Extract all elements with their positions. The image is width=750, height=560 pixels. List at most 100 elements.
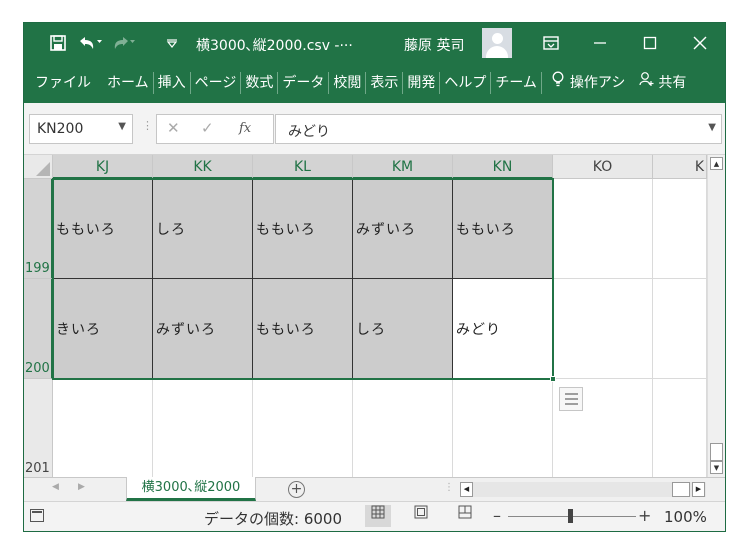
cancel-icon[interactable]: ✕ xyxy=(167,119,180,137)
tab-split-grip-icon[interactable]: ⋮ xyxy=(444,482,454,493)
tab-review[interactable]: 校閲 xyxy=(330,69,364,97)
chevron-down-icon[interactable]: ▼ xyxy=(118,121,126,132)
macro-record-icon[interactable] xyxy=(30,509,44,522)
formula-bar-grip-icon[interactable]: ⋮ xyxy=(142,119,153,132)
fill-handle[interactable] xyxy=(550,376,556,382)
tab-formulas[interactable]: 数式 xyxy=(242,69,276,97)
cell-kj200[interactable]: きいろ xyxy=(53,279,153,379)
cell-kn200-active[interactable]: みどり xyxy=(453,279,553,379)
zoom-out-button[interactable]: – xyxy=(493,506,501,525)
cell-kp201[interactable] xyxy=(653,379,707,477)
cell-km199[interactable]: みずいろ xyxy=(353,179,453,279)
minimize-icon[interactable] xyxy=(580,23,620,63)
tab-file[interactable]: ファイル xyxy=(32,69,94,97)
tab-developer[interactable]: 開発 xyxy=(404,69,438,97)
column-header-km[interactable]: KM xyxy=(353,155,453,179)
sheet-tab-active[interactable]: 横3000､縦2000 xyxy=(126,477,256,501)
formula-value: みどり xyxy=(288,124,330,140)
customize-toolbar-icon[interactable] xyxy=(162,23,182,63)
name-box[interactable]: KN200 ▼ xyxy=(29,114,133,144)
column-header-ko[interactable]: KO xyxy=(553,155,653,179)
select-all-button[interactable] xyxy=(24,155,53,179)
share-label: 共有 xyxy=(658,75,687,91)
tab-help[interactable]: ヘルプ xyxy=(441,69,489,97)
formula-bar: KN200 ▼ ⋮ ✕ ✓ fx みどり ▼ xyxy=(24,103,725,155)
ribbon-display-icon[interactable] xyxy=(536,23,566,63)
cell-kl200[interactable]: ももいろ xyxy=(253,279,353,379)
sheet-next-icon[interactable]: ▶ xyxy=(78,482,85,492)
tell-me-label: 操作アシ xyxy=(569,75,626,91)
cell-kl199[interactable]: ももいろ xyxy=(253,179,353,279)
avatar[interactable] xyxy=(482,28,512,58)
zoom-in-button[interactable]: + xyxy=(638,506,651,525)
tab-home[interactable]: ホーム xyxy=(104,69,152,97)
scroll-left-icon[interactable]: ◀ xyxy=(460,482,473,497)
row-header-201[interactable]: 201 xyxy=(24,379,53,477)
vertical-scroll-thumb[interactable] xyxy=(710,443,723,461)
column-header-kj[interactable]: KJ xyxy=(53,155,153,179)
status-count: データの個数: 6000 xyxy=(204,510,342,528)
title-bar: 横3000､縦2000.csv -··· 藤原 英司 xyxy=(24,23,725,63)
cell-ko200[interactable] xyxy=(553,279,653,379)
tab-team[interactable]: チーム xyxy=(492,69,540,97)
expand-formula-bar-icon[interactable]: ▼ xyxy=(708,122,716,133)
cell-kn199[interactable]: ももいろ xyxy=(453,179,553,279)
tab-page-layout[interactable]: ページ xyxy=(192,69,240,97)
lightbulb-icon xyxy=(552,69,564,97)
normal-view-icon[interactable] xyxy=(365,505,391,527)
page-break-view-icon[interactable] xyxy=(452,505,478,527)
cell-kl201[interactable] xyxy=(253,379,353,477)
formula-input[interactable]: みどり ▼ xyxy=(275,114,722,144)
horizontal-scroll-thumb[interactable] xyxy=(672,482,690,497)
scroll-right-icon[interactable]: ▶ xyxy=(692,482,705,497)
cell-kk201[interactable] xyxy=(153,379,253,477)
zoom-slider-thumb[interactable] xyxy=(568,509,573,523)
worksheet-grid: KJ KK KL KM KN KO K 199 200 201 ももいろ しろ … xyxy=(24,155,725,477)
cell-ko199[interactable] xyxy=(553,179,653,279)
window-title: 横3000､縦2000.csv -··· xyxy=(196,38,353,54)
column-header-kk[interactable]: KK xyxy=(153,155,253,179)
cell-km201[interactable] xyxy=(353,379,453,477)
ribbon-tabs: ファイル ホーム 挿入 ページ 数式 データ 校閲 表示 開発 ヘルプ チーム … xyxy=(24,63,725,103)
horizontal-scrollbar[interactable]: ◀ ▶ xyxy=(460,482,706,497)
sheet-tab-bar: ◀ ▶ 横3000､縦2000 + ⋮ ◀ ▶ xyxy=(24,477,725,501)
formula-buttons: ✕ ✓ fx xyxy=(156,114,274,144)
tab-insert[interactable]: 挿入 xyxy=(155,69,189,97)
tab-view[interactable]: 表示 xyxy=(367,69,401,97)
add-sheet-icon[interactable]: + xyxy=(288,481,305,498)
close-icon[interactable] xyxy=(680,23,720,63)
cell-km200[interactable]: しろ xyxy=(353,279,453,379)
enter-icon[interactable]: ✓ xyxy=(201,119,214,137)
maximize-icon[interactable] xyxy=(630,23,670,63)
cell-kj201[interactable] xyxy=(53,379,153,477)
cell-kn201[interactable] xyxy=(453,379,553,477)
row-header-199[interactable]: 199 xyxy=(24,179,53,279)
cell-kp199[interactable] xyxy=(653,179,707,279)
column-header-kl[interactable]: KL xyxy=(253,155,353,179)
column-header-kp[interactable]: K xyxy=(653,155,707,179)
vertical-scrollbar[interactable]: ▲ ▼ xyxy=(707,155,725,477)
scroll-up-icon[interactable]: ▲ xyxy=(710,157,723,170)
zoom-level[interactable]: 100% xyxy=(664,508,707,526)
quick-analysis-icon[interactable] xyxy=(559,387,583,411)
insert-function-button[interactable]: fx xyxy=(239,121,251,136)
cell-kp200[interactable] xyxy=(653,279,707,379)
undo-icon[interactable] xyxy=(76,23,104,63)
row-header-200[interactable]: 200 xyxy=(24,279,53,379)
column-header-kn[interactable]: KN xyxy=(453,155,553,179)
page-layout-view-icon[interactable] xyxy=(408,505,434,527)
name-box-value: KN200 xyxy=(37,121,84,137)
redo-icon[interactable] xyxy=(110,23,138,63)
cell-kk200[interactable]: みずいろ xyxy=(153,279,253,379)
user-name[interactable]: 藤原 英司 xyxy=(404,35,464,55)
tell-me-button[interactable]: 操作アシ xyxy=(549,69,628,97)
status-bar: データの個数: 6000 – + 100% xyxy=(24,501,725,531)
tab-data[interactable]: データ xyxy=(279,69,327,97)
person-add-icon xyxy=(639,69,655,97)
cell-kk199[interactable]: しろ xyxy=(153,179,253,279)
cell-kj199[interactable]: ももいろ xyxy=(53,179,153,279)
save-icon[interactable] xyxy=(46,23,70,63)
scroll-down-icon[interactable]: ▼ xyxy=(710,461,723,474)
sheet-prev-icon[interactable]: ◀ xyxy=(52,482,59,492)
share-button[interactable]: 共有 xyxy=(636,69,689,97)
